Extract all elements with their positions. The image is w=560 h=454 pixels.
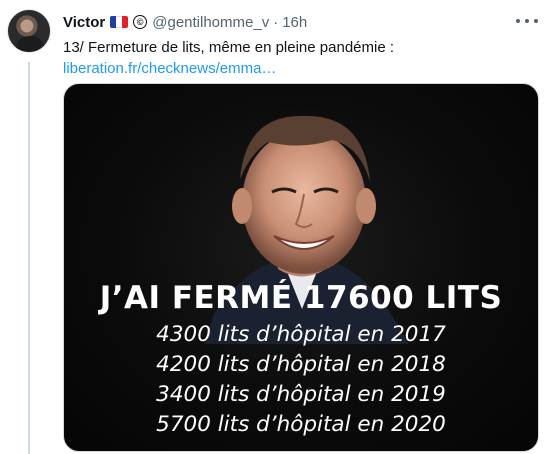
stat-line-2019: 3400 lits d’hôpital en 2019 <box>156 382 446 407</box>
tweet-header: Victor © @gentilhomme_v · 16h <box>63 12 307 32</box>
avatar[interactable] <box>7 9 51 53</box>
tweet-media-image[interactable]: J’AI FERMÉ 17600 LITS 4300 lits d’hôpita… <box>63 83 539 452</box>
thread-connector-line <box>28 62 30 454</box>
stat-line-2018: 4200 lits d’hôpital en 2018 <box>156 352 446 377</box>
author-handle[interactable]: @gentilhomme_v <box>152 14 269 31</box>
author-name[interactable]: Victor <box>63 14 105 31</box>
tweet-text: 13/ Fermeture de lits, même en pleine pa… <box>63 39 395 56</box>
tweet-timestamp[interactable]: 16h <box>282 14 307 31</box>
stat-line-2020: 5700 lits d’hôpital en 2020 <box>156 412 446 437</box>
tweet-link[interactable]: liberation.fr/checknews/emma… <box>63 58 276 79</box>
separator-dot: · <box>273 13 279 31</box>
france-flag-icon <box>110 16 129 28</box>
image-headline: J’AI FERMÉ 17600 LITS <box>99 280 503 316</box>
image-stat-lines: 4300 lits d’hôpital en 2017 4200 lits d’… <box>64 320 538 440</box>
copyright-icon: © <box>133 15 148 29</box>
stat-line-2017: 4300 lits d’hôpital en 2017 <box>156 322 446 347</box>
more-options-icon[interactable] <box>516 12 538 30</box>
